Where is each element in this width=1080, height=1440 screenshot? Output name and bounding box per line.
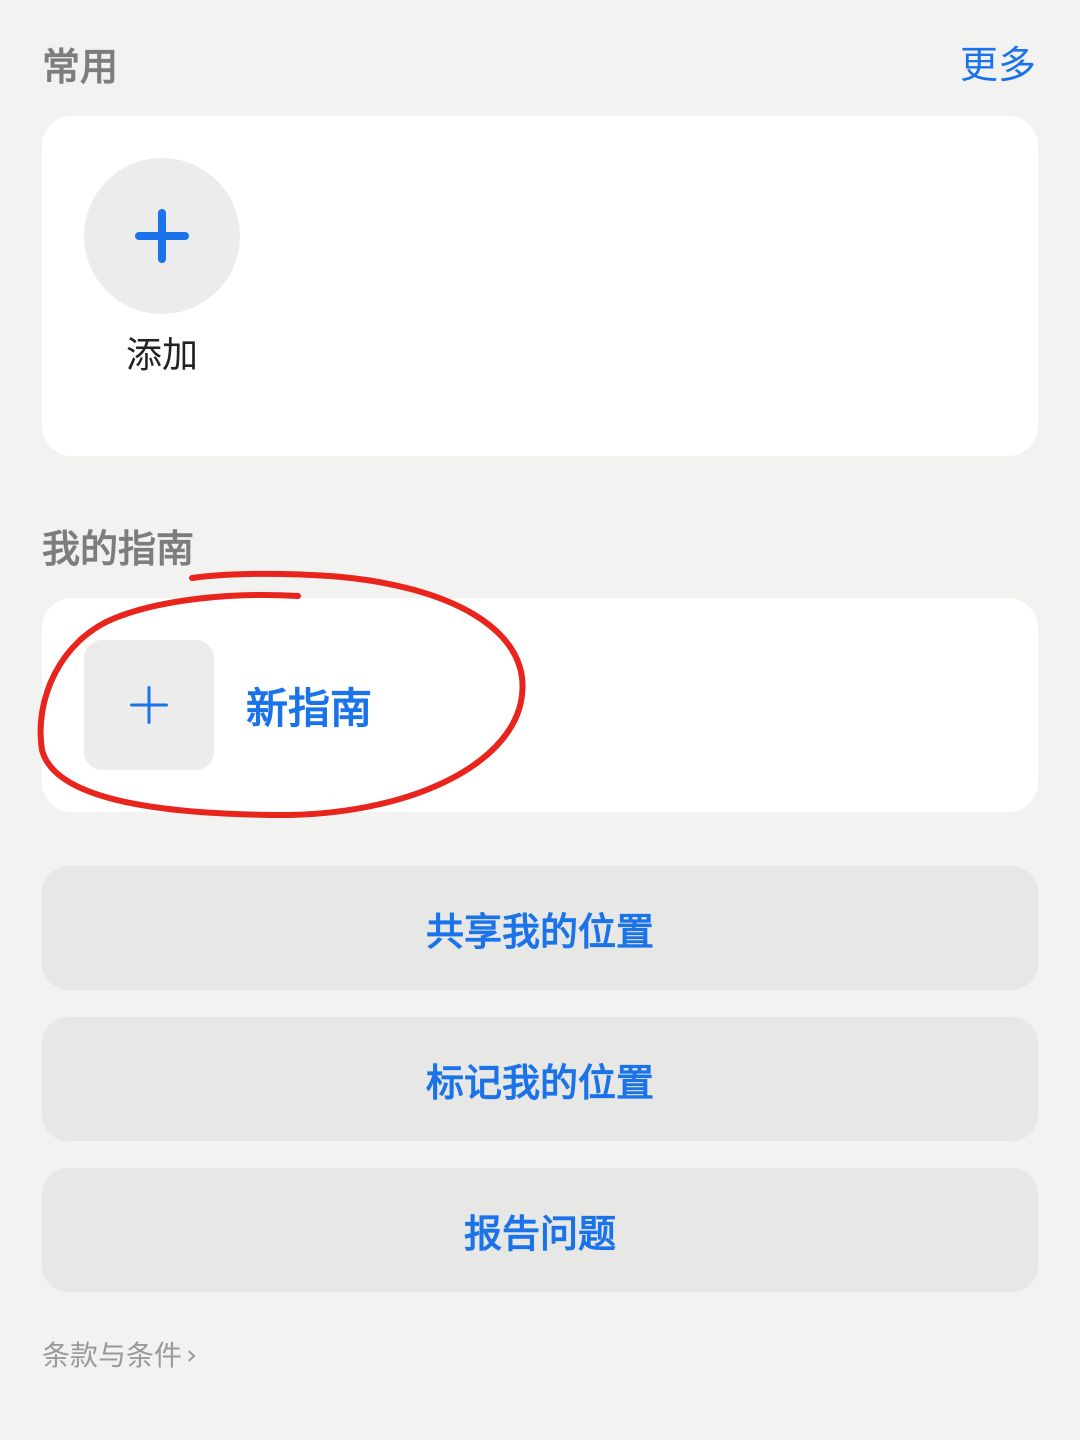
plus-icon — [130, 686, 168, 724]
add-favorite-circle[interactable] — [84, 158, 240, 314]
new-guide-button[interactable]: 新指南 — [84, 640, 372, 770]
add-favorite-button[interactable]: 添加 — [84, 158, 240, 376]
chevron-right-icon: › — [186, 1337, 198, 1371]
guides-card: 新指南 — [42, 598, 1038, 812]
terms-link[interactable]: 条款与条件 › — [42, 1334, 197, 1374]
report-issue-button[interactable]: 报告问题 — [42, 1168, 1038, 1292]
terms-label: 条款与条件 — [42, 1339, 183, 1372]
favorites-card: 添加 — [42, 116, 1038, 456]
plus-icon — [135, 209, 189, 263]
more-link[interactable]: 更多 — [960, 46, 1036, 84]
new-guide-tile[interactable] — [84, 640, 214, 770]
favorites-header: 常用 — [42, 45, 119, 89]
share-location-button[interactable]: 共享我的位置 — [42, 866, 1038, 990]
guides-header: 我的指南 — [42, 527, 195, 571]
add-favorite-label: 添加 — [125, 335, 198, 376]
new-guide-label: 新指南 — [246, 683, 373, 733]
mark-location-button[interactable]: 标记我的位置 — [42, 1017, 1038, 1141]
